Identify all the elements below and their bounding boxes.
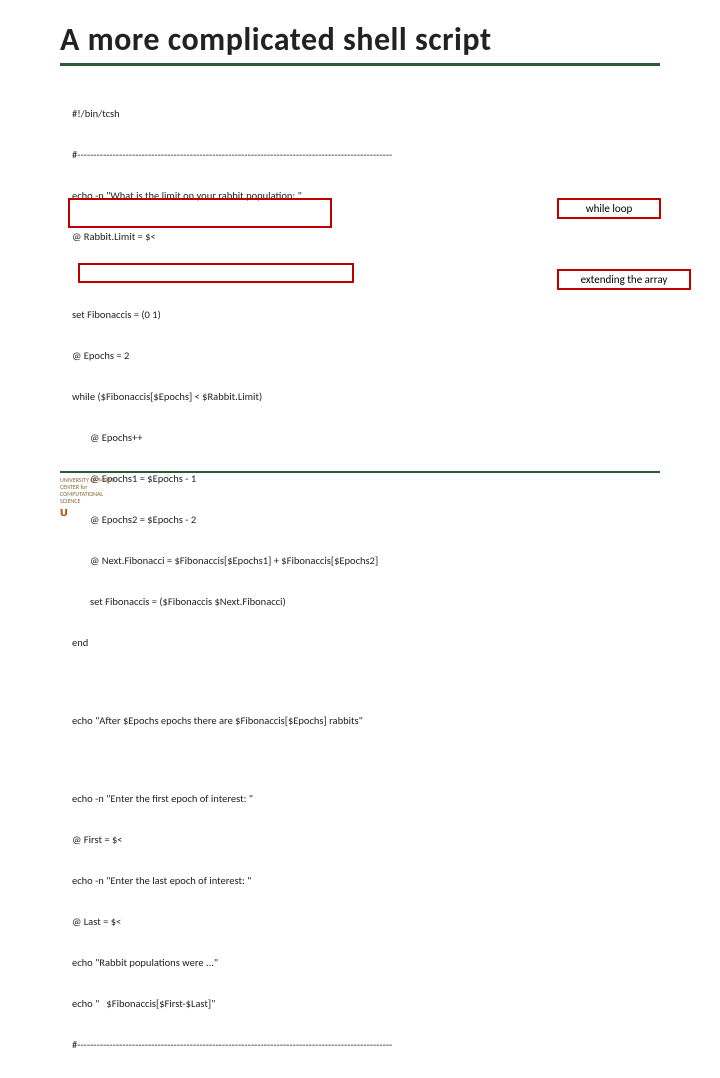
- code-line: echo "After $Epochs epochs there are $Fi…: [72, 714, 660, 728]
- slide-title: A more complicated shell script: [60, 20, 660, 59]
- code-line: @ Next.Fibonacci = $Fibonaccis[$Epochs1]…: [72, 554, 378, 568]
- code-line: echo -n "Enter the first epoch of intere…: [72, 792, 660, 806]
- code-line: set Fibonaccis = (0 1): [72, 308, 660, 322]
- code-line: echo -n "Enter the last epoch of interes…: [72, 874, 660, 888]
- code-line: #---------------------------------------…: [72, 148, 660, 162]
- code-line: #---------------------------------------…: [72, 1038, 660, 1052]
- code-line: @ Epochs = 2: [72, 349, 660, 363]
- code-block-4: echo -n "Enter the first epoch of intere…: [72, 765, 660, 1078]
- callout-while-loop: while loop: [557, 198, 661, 219]
- code-area: #!/bin/tcsh #---------------------------…: [60, 80, 660, 1078]
- code-line: set Fibonaccis = ($Fibonaccis $Next.Fibo…: [72, 595, 286, 609]
- footer: UNIVERSITY OF MIAMI CENTER for COMPUTATI…: [0, 471, 720, 518]
- code-block-3: echo "After $Epochs epochs there are $Fi…: [72, 687, 660, 755]
- code-line: #!/bin/tcsh: [72, 107, 660, 121]
- code-line: @ Rabbit.Limit = $<: [72, 230, 660, 244]
- title-rule: [60, 63, 660, 66]
- code-line: end: [72, 636, 660, 650]
- footer-inner: UNIVERSITY OF MIAMI CENTER for COMPUTATI…: [60, 477, 660, 518]
- code-line: @ Last = $<: [72, 915, 660, 929]
- footer-rule: [60, 471, 660, 473]
- slide: A more complicated shell script #!/bin/t…: [0, 0, 720, 540]
- footer-line-4: SCIENCE: [60, 498, 115, 505]
- code-line: @ First = $<: [72, 833, 660, 847]
- callout-extending-array: extending the array: [557, 269, 691, 290]
- code-line: while ($Fibonaccis[$Epochs] < $Rabbit.Li…: [72, 390, 660, 404]
- footer-logo-text: UNIVERSITY OF MIAMI CENTER for COMPUTATI…: [60, 477, 115, 518]
- code-line: echo "Rabbit populations were ...": [72, 956, 660, 970]
- code-block-1: #!/bin/tcsh #---------------------------…: [72, 80, 660, 271]
- code-line: @ Epochs++: [72, 431, 143, 445]
- u-logo-icon: [60, 508, 74, 518]
- code-line: echo " $Fibonaccis[$First-$Last]": [72, 997, 660, 1011]
